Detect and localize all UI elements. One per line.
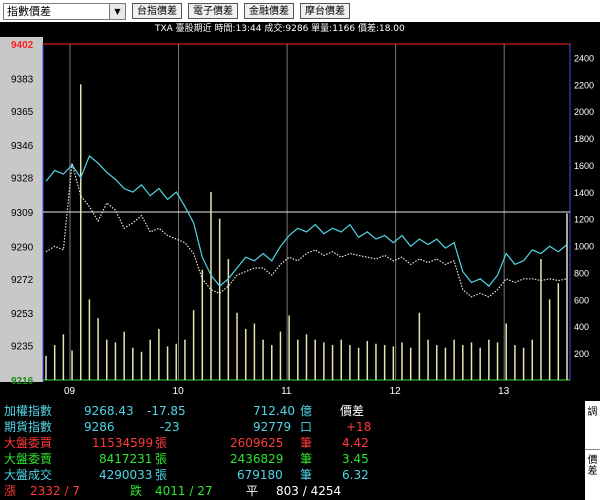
quote-amount-unit: 筆: [300, 452, 313, 466]
quote-value: 8417231: [99, 452, 153, 466]
quote-amount-unit: 筆: [300, 436, 313, 450]
y-tick-label: 9328: [11, 174, 34, 185]
quote-amount-unit: 億: [300, 404, 313, 418]
quote-name: 大盤委買: [4, 436, 53, 450]
quote-row-market-ask: 大盤委賣 8417231 張 2436829 筆 3.45: [0, 451, 585, 467]
quote-row-advance-decline: 漲 2332 / 7 跌 4011 / 27 平 803 / 4254: [0, 483, 585, 499]
y-tick-label: 9346: [11, 141, 34, 152]
quote-unit: 張: [155, 436, 168, 450]
quote-ratio: 6.32: [342, 468, 369, 482]
y-tick-label: 9309: [11, 208, 34, 219]
quote-name: 大盤成交: [4, 468, 53, 482]
x-tick-label: 13: [498, 386, 510, 397]
volume-tick-label: 2200: [574, 80, 594, 90]
quote-amount: 679180: [237, 468, 283, 482]
volume-tick-label: 600: [574, 295, 589, 305]
x-tick-label: 09: [64, 386, 76, 397]
quote-amount-unit: 口: [300, 420, 313, 434]
quote-spread-value: +18: [346, 420, 372, 434]
quote-row-futures-index: 期貨指數 9286 -23 92779 口 +18: [0, 419, 585, 435]
y-tick-label: 9216: [11, 376, 34, 387]
volume-tick-label: 2000: [574, 107, 594, 117]
quote-unit: 張: [155, 452, 168, 466]
quote-ratio: 4.42: [342, 436, 369, 450]
y-tick-label: 9365: [11, 107, 34, 118]
volume-tick-label: 200: [574, 349, 589, 359]
volume-tick-label: 1400: [574, 188, 594, 198]
volume-tick-label: 1200: [574, 215, 594, 225]
y-tick-label: 9383: [11, 74, 34, 85]
toolbar: 指數價差 ▼ 台指價差 電子價差 金融價差 摩台價差: [0, 0, 600, 22]
quote-value: 4290033: [99, 468, 153, 482]
volume-tick-label: 800: [574, 268, 589, 278]
quote-value: 9268.43: [84, 404, 134, 418]
quote-ratio: 3.45: [342, 452, 369, 466]
index-selector-value: 指數價差: [7, 5, 51, 18]
quote-spread-label: 價差: [340, 404, 365, 418]
quote-amount: 712.40: [253, 404, 295, 418]
quote-change: -17.85: [147, 404, 186, 418]
x-tick-label: 12: [390, 386, 402, 397]
quote-row-market-bid: 大盤委買 11534599 張 2609625 筆 4.42: [0, 435, 585, 451]
volume-tick-label: 2400: [574, 53, 594, 63]
quote-name: 期貨指數: [4, 420, 53, 434]
advance-value: 2332 / 7: [30, 484, 80, 498]
chevron-down-icon[interactable]: ▼: [109, 4, 125, 19]
volume-tick-label: 400: [574, 322, 589, 332]
chart-canvas: 09 10 11 12 13 9402 9383 9365 9346 9328 9309 9290 92…: [0, 37, 594, 397]
side-tab-spread[interactable]: 價差: [586, 455, 599, 477]
tab-msci-spread[interactable]: 摩台價差: [300, 3, 350, 19]
tab-electronics-spread[interactable]: 電子價差: [188, 3, 238, 19]
x-tick-label: 11: [281, 386, 292, 397]
futures-info-text: TXA 臺股期近 時間:13:44 成交:9286 單量:1166 價差:18.…: [155, 24, 405, 34]
tab-finance-spread[interactable]: 金融價差: [244, 3, 294, 19]
decline-label: 跌: [130, 484, 143, 498]
info-bar: TXA 臺股期近 時間:13:44 成交:9286 單量:1166 價差:18.…: [0, 22, 600, 37]
quote-unit: 張: [155, 468, 168, 482]
volume-tick-label: 1800: [574, 134, 594, 144]
y-tick-label: 9272: [11, 275, 34, 286]
quote-panel: 加權指數 9268.43 -17.85 712.40 億 價差 期貨指數 928…: [0, 401, 585, 500]
futures-price-line: [45, 163, 568, 298]
y-tick-label: 9253: [11, 309, 34, 320]
side-tab-divider: [585, 449, 600, 450]
index-selector-dropdown[interactable]: 指數價差 ▼: [3, 3, 126, 20]
quote-amount: 2436829: [230, 452, 284, 466]
volume-tick-label: 1600: [574, 161, 594, 171]
quote-value: 11534599: [92, 436, 154, 450]
quote-value: 9286: [84, 420, 115, 434]
advance-label: 漲: [4, 484, 17, 498]
volume-tick-label: 1000: [574, 242, 594, 252]
side-tab-adjust[interactable]: 調: [586, 407, 599, 418]
quote-amount-unit: 筆: [300, 468, 313, 482]
flat-value: 803 / 4254: [276, 484, 342, 498]
quote-name: 大盤委賣: [4, 452, 53, 466]
y-tick-label: 9402: [11, 40, 34, 51]
quote-name: 加權指數: [4, 404, 53, 418]
y-tick-label: 9235: [11, 342, 34, 353]
quote-change: -23: [160, 420, 180, 434]
quote-amount: 92779: [253, 420, 292, 434]
x-tick-label: 10: [173, 386, 185, 397]
quote-row-weighted-index: 加權指數 9268.43 -17.85 712.40 億 價差: [0, 403, 585, 419]
index-price-line: [45, 155, 568, 287]
y-tick-label: 9290: [11, 242, 34, 253]
quote-amount: 2609625: [230, 436, 284, 450]
intraday-chart: 09 10 11 12 13 9402 9383 9365 9346 9328 9309 9290 92…: [0, 37, 600, 401]
tab-taiex-spread[interactable]: 台指價差: [132, 3, 182, 19]
decline-value: 4011 / 27: [155, 484, 213, 498]
side-tab-strip: 調 價差: [585, 401, 600, 500]
quote-row-market-turnover: 大盤成交 4290033 張 679180 筆 6.32: [0, 467, 585, 483]
flat-label: 平: [246, 484, 259, 498]
